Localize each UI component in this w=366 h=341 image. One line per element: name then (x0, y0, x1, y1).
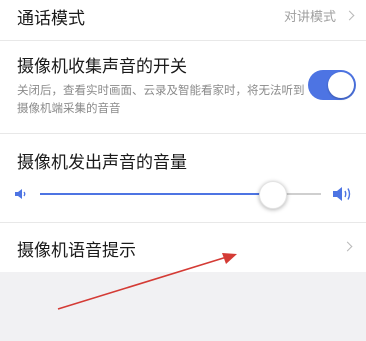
annotation-arrow-icon (57, 253, 237, 310)
